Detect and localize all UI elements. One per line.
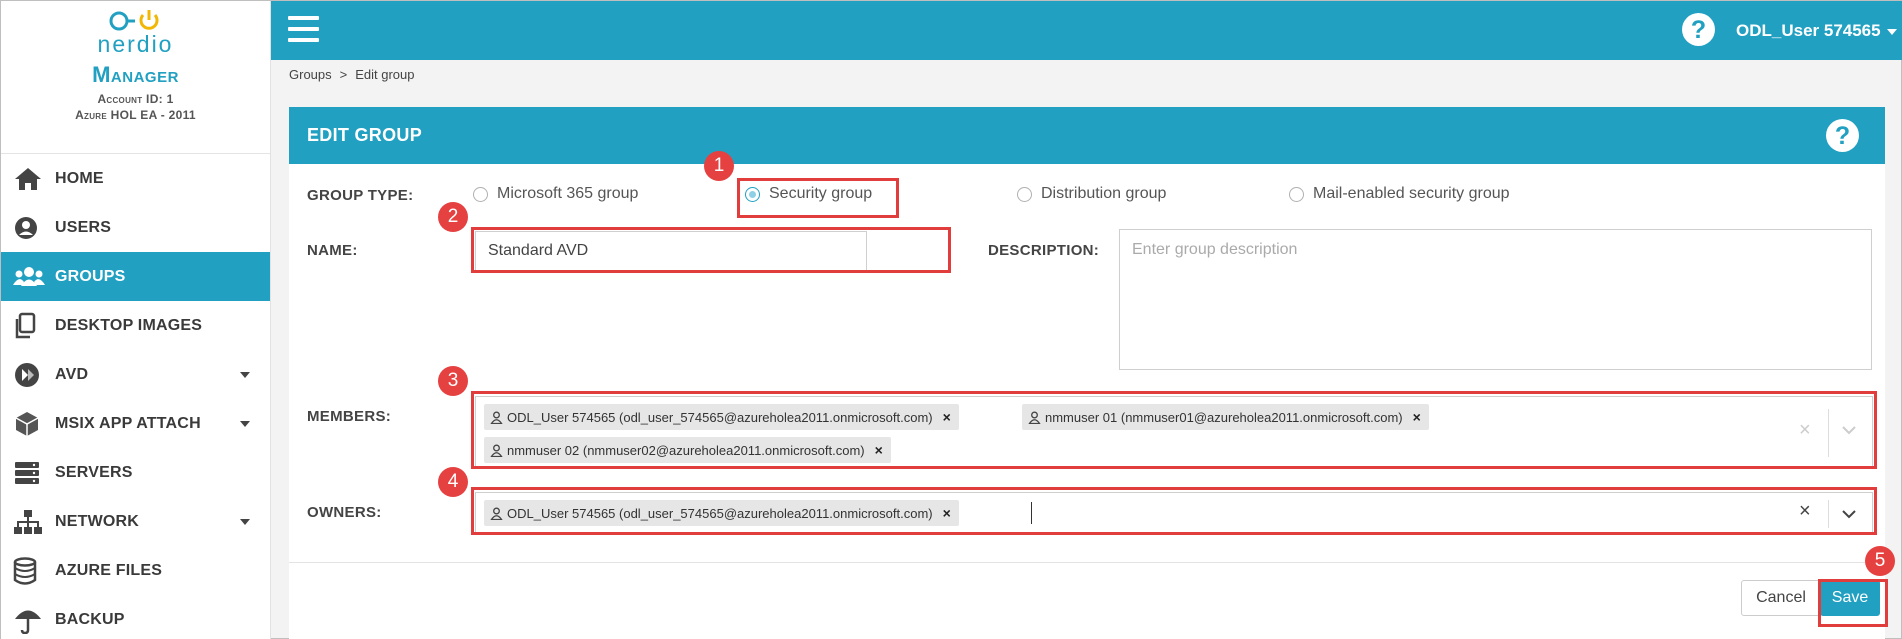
help-icon[interactable]: ?	[1682, 13, 1715, 46]
annotation-badge-5: 5	[1865, 546, 1895, 576]
home-icon	[13, 164, 47, 194]
highlight-box-security-group	[737, 178, 899, 218]
annotation-badge-4: 4	[438, 467, 468, 497]
panel-header: EDIT GROUP ?	[289, 107, 1885, 164]
annotation-badge-2: 2	[438, 202, 468, 232]
radio-circle	[473, 186, 488, 202]
sidebar-item-avd[interactable]: AVD	[1, 350, 270, 399]
logo-wordmark: nerdio	[97, 31, 174, 57]
app-window: nerdio Manager Account ID: 1 Azure HOL E…	[0, 0, 1902, 639]
copy-icon	[13, 311, 47, 341]
description-label: DESCRIPTION:	[988, 242, 1100, 259]
sidebar-item-desktop-images[interactable]: DESKTOP IMAGES	[1, 301, 270, 350]
network-icon	[13, 507, 47, 537]
sidebar-item-label: AZURE FILES	[55, 561, 163, 579]
radio-distribution-group[interactable]: Distribution group	[1017, 185, 1166, 203]
sidebar-item-network[interactable]: NETWORK	[1, 497, 270, 546]
owners-label: OWNERS:	[307, 504, 382, 521]
breadcrumb-current: Edit group	[355, 67, 415, 82]
radio-label: Distribution group	[1041, 185, 1167, 202]
sidebar-item-backup[interactable]: BACKUP	[1, 595, 270, 639]
radio-mail-enabled-security-group[interactable]: Mail-enabled security group	[1289, 185, 1510, 203]
highlight-box-name	[471, 227, 951, 273]
cancel-button[interactable]: Cancel	[1741, 580, 1821, 616]
sidebar-item-label: HOME	[55, 169, 104, 187]
sidebar: nerdio Manager Account ID: 1 Azure HOL E…	[1, 1, 271, 639]
sidebar-item-label: AVD	[55, 365, 89, 383]
sidebar-item-home[interactable]: HOME	[1, 154, 270, 203]
box-icon	[13, 409, 47, 439]
sidebar-item-servers[interactable]: SERVERS	[1, 448, 270, 497]
hamburger-menu-icon[interactable]	[288, 16, 319, 42]
sidebar-item-groups[interactable]: GROUPS	[1, 252, 270, 301]
chevron-down-icon	[240, 421, 250, 427]
members-label: MEMBERS:	[307, 408, 392, 425]
database-icon	[13, 556, 47, 586]
account-id: Account ID: 1	[97, 92, 174, 106]
sidebar-item-msix-app-attach[interactable]: MSIX APP ATTACH	[1, 399, 270, 448]
chevron-down-icon	[240, 519, 250, 525]
group-type-label: GROUP TYPE:	[307, 187, 414, 204]
breadcrumb-groups-link[interactable]: Groups	[289, 67, 332, 82]
umbrella-icon	[13, 605, 47, 635]
radio-label: Mail-enabled security group	[1313, 185, 1510, 202]
footer-divider	[289, 562, 1885, 563]
user-circle-icon	[13, 213, 47, 243]
edit-group-panel: EDIT GROUP ? GROUP TYPE: Microsoft 365 g…	[289, 107, 1885, 639]
users-group-icon	[13, 262, 47, 292]
highlight-box-members	[471, 391, 1877, 469]
radio-label: Microsoft 365 group	[497, 185, 639, 202]
radio-circle	[1017, 186, 1032, 202]
sidebar-item-label: USERS	[55, 218, 112, 236]
panel-help-icon[interactable]: ?	[1826, 119, 1859, 152]
name-label: NAME:	[307, 242, 358, 259]
breadcrumb: Groups > Edit group	[289, 67, 415, 82]
breadcrumb-separator: >	[339, 67, 348, 82]
sidebar-item-label: DESKTOP IMAGES	[55, 316, 203, 334]
highlight-box-save	[1818, 579, 1888, 627]
sidebar-item-users[interactable]: USERS	[1, 203, 270, 252]
sidebar-item-label: MSIX APP ATTACH	[55, 414, 201, 432]
chevron-down-icon	[240, 372, 250, 378]
radio-circle	[1289, 186, 1304, 202]
annotation-badge-3: 3	[438, 366, 468, 396]
radio-microsoft-365-group[interactable]: Microsoft 365 group	[473, 185, 638, 203]
highlight-box-owners	[471, 487, 1877, 535]
org-name: Azure HOL EA - 2011	[75, 108, 196, 122]
server-icon	[13, 458, 47, 488]
sidebar-item-label: BACKUP	[55, 610, 125, 628]
sidebar-item-azure-files[interactable]: AZURE FILES	[1, 546, 270, 595]
top-bar: ? ODL_User 574565	[271, 1, 1902, 60]
sidebar-item-label: GROUPS	[55, 267, 126, 285]
product-name: Manager	[92, 62, 179, 87]
nerdio-logo-icon	[109, 10, 158, 31]
sidebar-nav: HOME USERS GROUPS DESKTOP IMAGES AVD MSI…	[1, 154, 270, 639]
page-title: EDIT GROUP	[307, 125, 423, 145]
description-textarea[interactable]: Enter group description	[1119, 229, 1872, 370]
user-name: ODL_User 574565	[1736, 21, 1881, 40]
sidebar-item-label: NETWORK	[55, 512, 140, 530]
user-menu[interactable]: ODL_User 574565	[1736, 21, 1897, 41]
annotation-badge-1: 1	[704, 151, 734, 181]
avd-icon	[13, 360, 47, 390]
chevron-down-icon	[1886, 28, 1897, 35]
sidebar-item-label: SERVERS	[55, 463, 133, 481]
brand-header: nerdio Manager Account ID: 1 Azure HOL E…	[1, 1, 270, 154]
